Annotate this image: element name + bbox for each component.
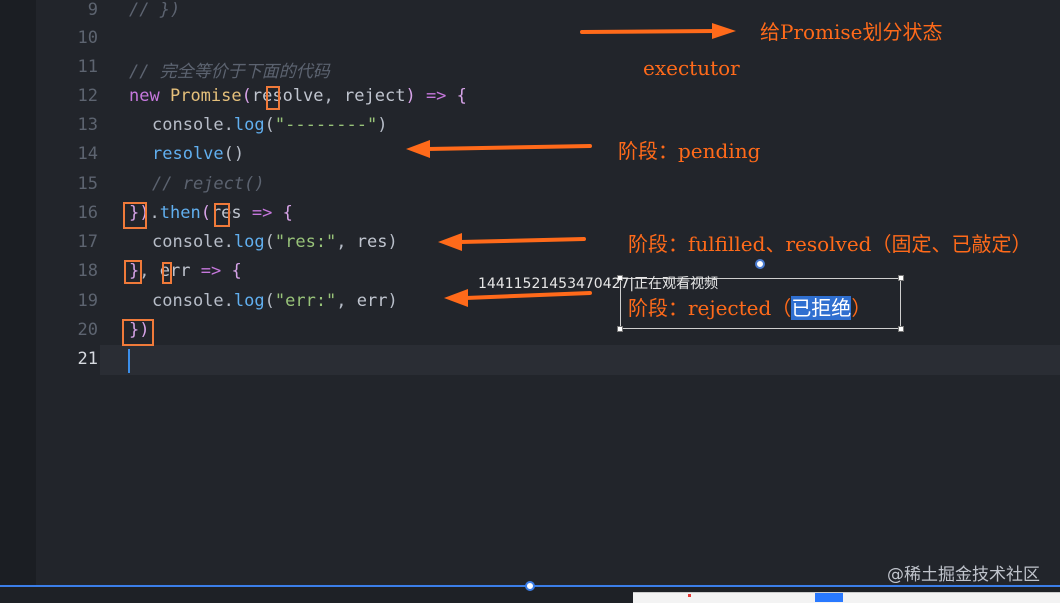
string-literal: "err:" [274, 291, 337, 311]
line-number: 13 [77, 115, 98, 135]
code-line-18[interactable]: }, err => { [129, 261, 242, 281]
line-number: 16 [77, 203, 98, 223]
scrubber-knob-icon[interactable] [525, 581, 535, 591]
method-log: log [233, 291, 265, 311]
line-number: 10 [77, 28, 98, 48]
arrow-left-icon [438, 233, 586, 251]
code-line-19[interactable]: console.log("err:", err) [152, 291, 398, 311]
line-number: 17 [77, 232, 98, 252]
paren: ) [387, 291, 398, 311]
highlight-box [162, 262, 172, 284]
taskbar-strip [633, 592, 1060, 603]
highlight-box [122, 319, 154, 346]
resize-handle[interactable] [898, 326, 904, 332]
viewer-count-overlay: 14411521453470427|正在观看视频 [478, 276, 719, 292]
paren: ( [200, 203, 211, 223]
annotation-state: 给Promise划分状态 [760, 20, 943, 44]
taskbar-active-item[interactable] [815, 593, 843, 602]
line-number-active: 21 [77, 349, 98, 369]
left-strip [0, 0, 36, 585]
resize-handle[interactable] [617, 326, 623, 332]
paren: ( [264, 291, 275, 311]
highlight-box [124, 260, 142, 284]
annotation-rejected-suffix: ） [851, 296, 872, 320]
keyword-new: new [129, 86, 160, 106]
comma: , [336, 232, 357, 252]
brace: { [456, 86, 467, 106]
paren: ( [264, 115, 275, 135]
taskbar-indicator [688, 594, 691, 597]
string-literal: "res:" [274, 232, 337, 252]
line-number: 9 [87, 0, 98, 20]
line-number: 19 [77, 291, 98, 311]
highlight-box [123, 202, 147, 229]
highlight-box [214, 203, 230, 227]
paren: ( [241, 86, 252, 106]
selected-text: 已拒绝 [791, 296, 852, 320]
brace: { [231, 261, 242, 281]
code-line-14[interactable]: resolve() [152, 144, 244, 164]
paren: ) [387, 232, 398, 252]
brace: { [282, 203, 293, 223]
line-number: 18 [77, 261, 98, 281]
annotation-fulfilled: 阶段：fulfilled、resolved（固定、已敲定） [628, 232, 1032, 256]
line-number: 14 [77, 144, 98, 164]
method-log: log [233, 115, 265, 135]
var-err: err [356, 291, 388, 311]
string-literal: "--------" [274, 115, 378, 135]
arrow-operator: => [425, 86, 447, 106]
annotation-executor: exectutor [643, 56, 740, 80]
arrow-operator: => [200, 261, 222, 281]
class-name: Promise [169, 86, 242, 106]
dot: . [223, 232, 234, 252]
rotate-handle-icon[interactable] [755, 259, 765, 269]
annotation-pending: 阶段：pending [618, 139, 761, 163]
console-object: console [152, 291, 224, 311]
resize-handle[interactable] [898, 275, 904, 281]
line-number: 20 [77, 320, 98, 340]
line-number: 15 [77, 174, 98, 194]
dot: . [223, 115, 234, 135]
watermark: @稀土掘金技术社区 [887, 565, 1040, 585]
dot: . [223, 291, 234, 311]
code-line-16[interactable]: }).then(res => { [129, 203, 293, 223]
param-reject: reject [344, 86, 406, 106]
text-cursor [128, 349, 130, 373]
code-line-9[interactable]: // }) [129, 0, 180, 20]
code-line-12[interactable]: new Promise(resolve, reject) => { [129, 86, 467, 106]
paren: ( [264, 232, 275, 252]
code-line-15[interactable]: // reject() [152, 174, 265, 194]
annotation-rejected-prefix: 阶段：rejected（ [628, 296, 792, 320]
line-number: 11 [77, 57, 98, 77]
method-then: then [159, 203, 201, 223]
annotation-rejected[interactable]: 阶段：rejected（已拒绝） [628, 292, 871, 321]
arrow-right-icon [580, 23, 736, 39]
arrow-left-icon [406, 140, 592, 158]
code-line-17[interactable]: console.log("res:", res) [152, 232, 398, 252]
console-object: console [152, 232, 224, 252]
paren: ) [377, 115, 388, 135]
paren: ) [405, 86, 416, 106]
code-line-13[interactable]: console.log("--------") [152, 115, 387, 135]
parens: () [223, 144, 245, 164]
line-number: 12 [77, 86, 98, 106]
comma: , [323, 86, 345, 106]
dot: . [149, 203, 160, 223]
console-object: console [152, 115, 224, 135]
current-line-highlight [100, 345, 1060, 375]
highlight-box [266, 86, 280, 110]
method-log: log [233, 232, 265, 252]
call-resolve: resolve [152, 144, 224, 164]
var-res: res [356, 232, 388, 252]
code-line-11[interactable]: // 完全等价于下面的代码 [129, 57, 330, 82]
comma: , [336, 291, 357, 311]
param-resolve: resolve [251, 86, 324, 106]
arrow-operator: => [251, 203, 273, 223]
